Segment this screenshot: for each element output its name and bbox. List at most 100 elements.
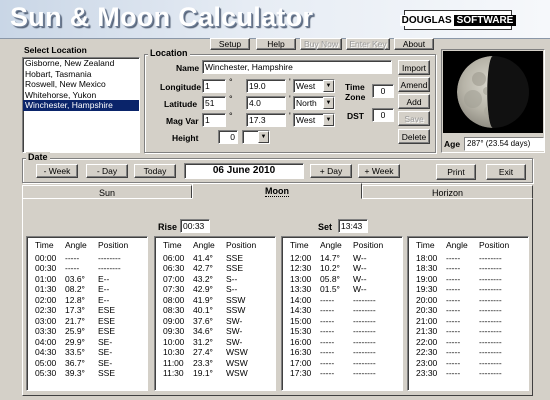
- position-cell: SW-: [226, 315, 243, 326]
- moon-icon: [457, 56, 529, 128]
- magvar-direction-select[interactable]: West ▼: [293, 113, 335, 127]
- angle-cell: 14.7°: [320, 252, 340, 263]
- timezone-field[interactable]: 0: [372, 84, 394, 98]
- time-cell: 22:00: [416, 336, 438, 347]
- save-button[interactable]: Save: [398, 111, 430, 126]
- location-listbox[interactable]: Gisborne, New Zealand Hobart, Tasmania Ros…: [22, 57, 140, 153]
- angle-cell: -----: [446, 305, 461, 315]
- latitude-direction-value: North: [296, 98, 317, 108]
- position-cell: --------: [353, 294, 376, 305]
- moon-phase-image: [443, 51, 543, 133]
- latitude-minutes-field[interactable]: 4.0: [246, 96, 286, 110]
- table-row: 21:30 ----- --------: [408, 326, 528, 337]
- column-header-time: Time: [416, 240, 435, 250]
- moon-position-table-3[interactable]: Time Angle Position 12:00 14.7° W-- 12:30 10.2°…: [281, 236, 403, 391]
- minus-day-button[interactable]: - Day: [86, 164, 128, 178]
- angle-cell: 25.9°: [65, 326, 85, 336]
- timezone-label-time: Time: [345, 82, 365, 92]
- time-cell: 10:00: [163, 336, 185, 347]
- table-row: 01:30 08.2° E--: [27, 284, 147, 295]
- position-cell: E--: [98, 294, 110, 305]
- magvar-degrees-field[interactable]: 1: [202, 113, 226, 127]
- time-cell: 00:30: [35, 263, 57, 273]
- plus-day-button[interactable]: + Day: [310, 164, 352, 178]
- import-button[interactable]: Import: [398, 60, 430, 75]
- chevron-down-icon[interactable]: ▼: [323, 80, 334, 92]
- douglas-software-logo: DOUGLAS SOFTWARE: [399, 10, 517, 30]
- latitude-direction-select[interactable]: North ▼: [293, 96, 335, 110]
- name-label: Name: [176, 63, 200, 73]
- table-row: 16:00 ----- --------: [282, 337, 402, 348]
- magvar-label: Mag Var: [166, 116, 199, 126]
- angle-cell: -----: [446, 336, 461, 347]
- tab-sun[interactable]: Sun: [22, 185, 192, 199]
- time-cell: 02:00: [35, 294, 57, 305]
- tab-moon-label: Moon: [265, 186, 289, 197]
- help-button[interactable]: Help: [256, 38, 296, 50]
- table-row: 05:00 36.7° SE-: [27, 358, 147, 369]
- moon-position-table-4[interactable]: Time Angle Position 18:00 ----- -------- 18:30…: [407, 236, 529, 391]
- print-button[interactable]: Print: [436, 164, 476, 180]
- position-cell: SSW: [226, 305, 246, 315]
- current-date-display: 06 June 2010: [184, 163, 304, 179]
- table-row: 14:30 ----- --------: [282, 305, 402, 316]
- angle-cell: -----: [446, 326, 461, 336]
- location-name-field[interactable]: Winchester, Hampshire: [202, 60, 392, 74]
- today-button[interactable]: Today: [134, 164, 176, 178]
- height-field[interactable]: 0: [218, 130, 238, 144]
- table-row: 04:00 29.9° SE-: [27, 337, 147, 348]
- angle-cell: -----: [320, 347, 335, 357]
- time-cell: 07:00: [163, 273, 185, 284]
- setup-button[interactable]: Setup: [210, 38, 250, 50]
- moon-position-table-2[interactable]: Time Angle Position 06:00 41.4° SSE 06:30 42.7°…: [154, 236, 276, 391]
- time-cell: 20:30: [416, 305, 438, 315]
- latitude-degrees-field[interactable]: 51: [202, 96, 226, 110]
- angle-cell: -----: [446, 263, 461, 273]
- table-row: 13:00 05.8° W--: [282, 274, 402, 285]
- position-cell: W--: [353, 263, 367, 273]
- magvar-minutes-field[interactable]: 17.3: [246, 113, 286, 127]
- tab-horizon[interactable]: Horizon: [362, 185, 533, 199]
- location-list-item[interactable]: Winchester, Hampshire: [23, 100, 139, 111]
- position-cell: E--: [98, 273, 110, 284]
- position-cell: --------: [479, 263, 502, 273]
- angle-cell: 33.5°: [65, 347, 85, 357]
- chevron-down-icon[interactable]: ▼: [323, 114, 334, 126]
- chevron-down-icon[interactable]: ▼: [258, 131, 269, 143]
- table-row: 21:00 ----- --------: [408, 316, 528, 327]
- delete-button[interactable]: Delete: [398, 129, 430, 144]
- longitude-direction-value: West: [296, 81, 316, 91]
- moon-position-table-1[interactable]: Time Angle Position 00:00 ----- -------- 00:30…: [26, 236, 148, 391]
- moonrise-label: Rise: [158, 222, 178, 232]
- add-button[interactable]: Add: [398, 94, 430, 109]
- position-cell: WSW: [226, 357, 248, 368]
- position-cell: SSE: [98, 368, 116, 378]
- position-cell: SSE: [226, 263, 244, 273]
- angle-cell: -----: [65, 252, 80, 263]
- dst-field[interactable]: 0: [372, 108, 394, 122]
- table-row: 16:30 ----- --------: [282, 347, 402, 358]
- location-list-item[interactable]: Whitehorse, Yukon: [23, 90, 139, 101]
- chevron-down-icon[interactable]: ▼: [323, 97, 334, 109]
- minus-week-button[interactable]: - Week: [36, 164, 78, 178]
- amend-button[interactable]: Amend: [398, 77, 430, 92]
- tab-moon[interactable]: Moon: [192, 183, 362, 199]
- position-cell: --------: [353, 305, 376, 315]
- location-list-item[interactable]: Hobart, Tasmania: [23, 69, 139, 80]
- enter-key-button[interactable]: Enter Key: [346, 38, 390, 50]
- about-button[interactable]: About: [394, 38, 434, 50]
- time-cell: 05:30: [35, 368, 57, 378]
- longitude-degrees-field[interactable]: 1: [202, 79, 226, 93]
- location-list-item[interactable]: Gisborne, New Zealand: [23, 58, 139, 69]
- time-cell: 16:00: [290, 336, 312, 347]
- table-row: 07:30 42.9° S--: [155, 284, 275, 295]
- time-cell: 20:00: [416, 294, 438, 305]
- longitude-direction-select[interactable]: West ▼: [293, 79, 335, 93]
- buy-now-button[interactable]: Buy Now: [300, 38, 342, 50]
- height-unit-select[interactable]: ▼: [242, 130, 270, 144]
- time-cell: 14:30: [290, 305, 312, 315]
- location-list-item[interactable]: Roswell, New Mexico: [23, 79, 139, 90]
- longitude-minutes-field[interactable]: 19.0: [246, 79, 286, 93]
- plus-week-button[interactable]: + Week: [358, 164, 400, 178]
- exit-button[interactable]: Exit: [486, 164, 526, 180]
